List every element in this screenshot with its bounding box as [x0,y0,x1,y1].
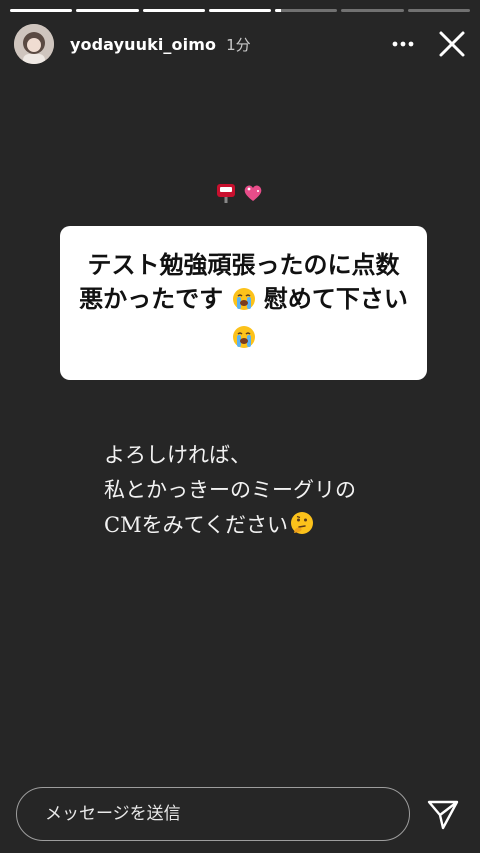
more-options-icon[interactable] [388,29,418,59]
thinking-face-icon [290,511,314,546]
crying-face-icon [232,324,256,358]
question-text-part: 慰めて下さい [263,285,408,313]
progress-segment [10,9,73,12]
message-bar[interactable] [16,787,410,841]
answer-text: よろしければ、 私とかっきーのミーグリの CMをみてください [104,438,434,546]
question-box: テスト勉強頑張ったのに点数 悪かったです 慰めて下さい [60,226,427,380]
close-icon[interactable] [436,28,468,60]
post-time: 1分 [226,35,251,54]
mailbox-icon [216,182,236,208]
crying-face-icon [232,286,256,320]
question-text-part: テスト勉強頑張ったのに点数 [87,251,400,279]
answer-line: よろしければ、 [104,443,251,467]
story-header: yodayuuki_oimo 1分 [14,22,468,66]
question-text: テスト勉強頑張ったのに点数 悪かったです 慰めて下さい [79,248,408,358]
send-icon[interactable] [426,798,460,832]
progress-segment [208,9,272,12]
question-text-part: 悪かったです [79,285,224,313]
heart-icon [242,182,264,208]
progress-segment [76,9,139,12]
story-progress [10,9,470,12]
username[interactable]: yodayuuki_oimo [70,35,216,54]
question-sticker-header [0,182,480,208]
progress-segment [142,9,205,12]
progress-segment [341,9,404,12]
answer-line: CMをみてください [104,508,434,546]
avatar[interactable] [14,24,54,64]
answer-line: 私とかっきーのミーグリの [104,478,356,502]
answer-line-text: CMをみてください [104,513,288,537]
progress-segment [407,9,470,12]
progress-segment [275,9,338,12]
message-input[interactable] [43,803,347,825]
